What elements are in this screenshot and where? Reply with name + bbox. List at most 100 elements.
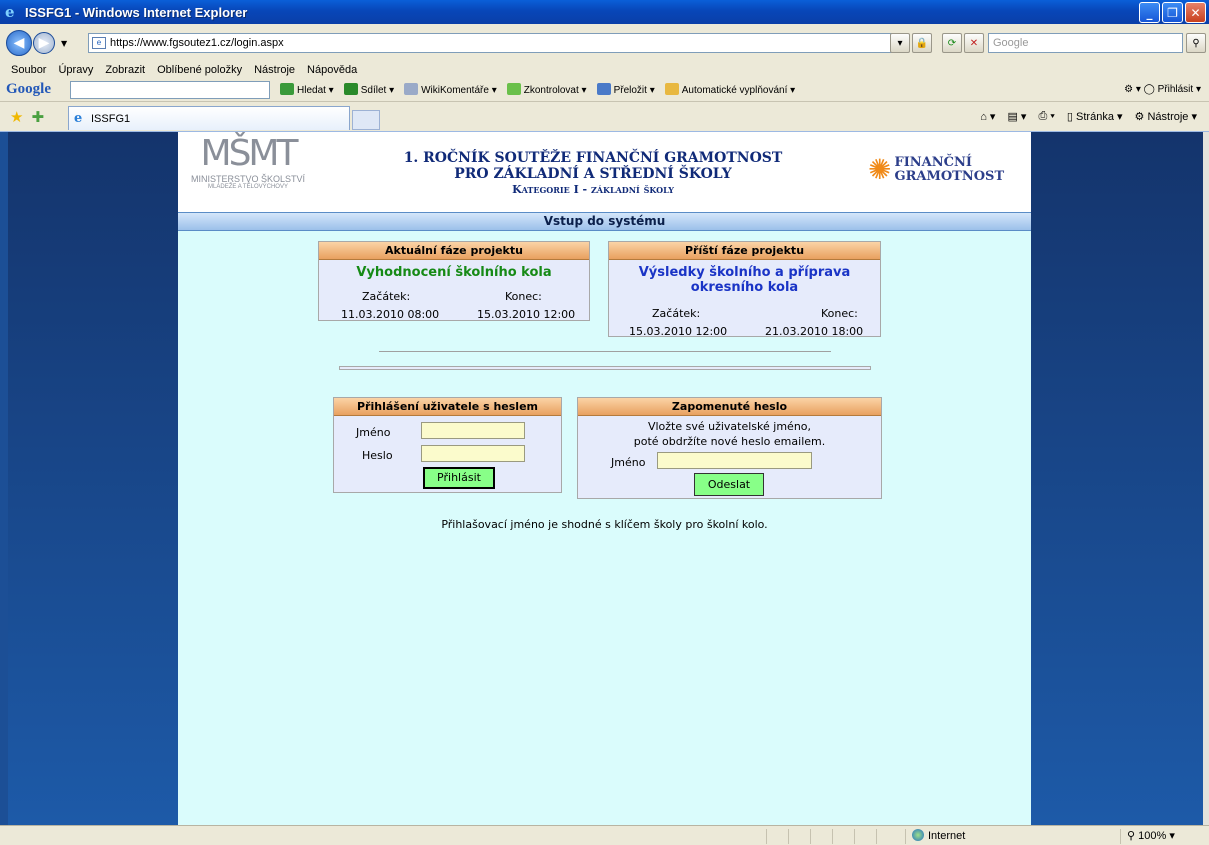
- menu-favorites[interactable]: Oblíbené položky: [157, 64, 242, 76]
- close-button[interactable]: ✕: [1185, 2, 1206, 23]
- current-end-label: Konec:: [505, 290, 542, 303]
- menu-help[interactable]: Nápověda: [307, 64, 357, 76]
- menu-tools[interactable]: Nástroje: [254, 64, 295, 76]
- tools-menu[interactable]: ⚙ Nástroje ▾: [1135, 110, 1197, 123]
- current-phase-box: Aktuální fáze projektu Vyhodnocení školn…: [318, 241, 590, 321]
- next-phase-name-line-2: okresního kola: [690, 280, 799, 295]
- forgot-heading: Zapomenuté heslo: [578, 398, 881, 416]
- history-dropdown-icon[interactable]: ▼: [61, 39, 67, 48]
- google-signin-button[interactable]: ⚙ ▾ ◯ Přihlásit ▾: [1124, 84, 1201, 95]
- page-icon: e: [92, 37, 106, 49]
- google-translate-button[interactable]: Přeložit ▾: [596, 83, 655, 96]
- url-field[interactable]: e https://www.fgsoutez1.cz/login.aspx: [88, 33, 906, 53]
- feeds-icon[interactable]: ▤ ▾: [1007, 110, 1026, 123]
- security-zone[interactable]: Internet: [905, 829, 1085, 844]
- menu-bar: Soubor Úpravy Zobrazit Oblíbené položky …: [0, 62, 1209, 78]
- status-cell: [766, 829, 767, 844]
- status-cell: [810, 829, 811, 844]
- url-text: https://www.fgsoutez1.cz/login.aspx: [110, 37, 284, 49]
- search-icon[interactable]: ⚲: [1186, 33, 1206, 53]
- page-header: MŠMT MINISTERSTVO ŠKOLSTVÍ MLÁDEŽE A TĚL…: [178, 132, 1031, 212]
- forgot-name-input[interactable]: [657, 452, 812, 469]
- google-sidewiki-button[interactable]: WikiKomentáře ▾: [404, 83, 497, 96]
- zoom-label: 100%: [1138, 830, 1167, 842]
- home-icon[interactable]: ⌂ ▾: [980, 110, 995, 123]
- search-input[interactable]: Google: [988, 33, 1183, 53]
- login-name-input[interactable]: [421, 422, 525, 439]
- google-logo: Google: [6, 81, 51, 97]
- forward-button[interactable]: ▶: [33, 32, 55, 54]
- maximize-button[interactable]: ❐: [1162, 2, 1183, 23]
- google-share-button[interactable]: Sdílet ▾: [343, 83, 394, 96]
- next-end-value: 21.03.2010 18:00: [765, 325, 864, 338]
- ministry-logo: MŠMT MINISTERSTVO ŠKOLSTVÍ MLÁDEŽE A TĚL…: [178, 134, 318, 206]
- menu-view[interactable]: Zobrazit: [105, 64, 145, 76]
- vertical-scrollbar[interactable]: [1203, 132, 1209, 825]
- title-line-1: 1. ROČNÍK SOUTĚŽE FINANČNÍ GRAMOTNOST: [403, 150, 783, 166]
- tab-bar: ★ ✚ e ISSFG1 ⌂ ▾ ▤ ▾ ⎙ ▾ ▯ Stránka ▾ ⚙ N…: [0, 102, 1209, 132]
- print-icon[interactable]: ⎙ ▾: [1038, 110, 1054, 123]
- ministry-subname: MLÁDEŽE A TĚLOVÝCHOVY: [208, 184, 288, 190]
- brand-line-2: GRAMOTNOST: [894, 169, 1005, 184]
- window-title: ISSFG1 - Windows Internet Explorer: [25, 4, 248, 20]
- globe-icon: [912, 829, 924, 841]
- login-password-input[interactable]: [421, 445, 525, 462]
- new-tab-button[interactable]: [352, 110, 380, 130]
- next-phase-heading: Příští fáze projektu: [609, 242, 880, 260]
- title-line-2: PRO ZÁKLADNÍ A STŘEDNÍ ŠKOLY: [454, 166, 732, 182]
- ie-tab-icon: e: [74, 111, 83, 126]
- favorites-star-icon[interactable]: ★: [10, 108, 23, 126]
- left-background: [8, 132, 178, 825]
- next-end-label: Konec:: [821, 307, 858, 320]
- login-name-label: Jméno: [356, 426, 391, 439]
- forgot-name-label: Jméno: [611, 456, 646, 469]
- forgot-text-line-2: poté obdržíte nové heslo emailem.: [633, 435, 826, 448]
- status-bar: Internet ⚲ 100% ▾: [0, 825, 1209, 845]
- add-favorites-icon[interactable]: ✚: [31, 108, 44, 126]
- current-phase-name: Vyhodnocení školního kola: [356, 265, 552, 280]
- brand-line-1: FINANČNÍ: [894, 155, 972, 170]
- google-search-input[interactable]: [70, 80, 270, 99]
- google-toolbar: Google Hledat ▾ Sdílet ▾ WikiKomentáře ▾…: [0, 78, 1209, 102]
- title-line-3: Kategorie I - základní školy: [512, 183, 674, 196]
- status-cell: [854, 829, 855, 844]
- browser-viewport: MŠMT MINISTERSTVO ŠKOLSTVÍ MLÁDEŽE A TĚL…: [0, 132, 1209, 825]
- divider-bar: [339, 366, 871, 370]
- ie-icon: e: [5, 3, 15, 21]
- tab-issfg1[interactable]: e ISSFG1: [68, 106, 350, 130]
- minimize-button[interactable]: _: [1139, 2, 1160, 23]
- zoom-icon: ⚲: [1127, 830, 1136, 842]
- login-button[interactable]: Přihlásit: [423, 467, 495, 489]
- competition-title: 1. ROČNÍK SOUTĚŽE FINANČNÍ GRAMOTNOST PR…: [368, 150, 818, 197]
- right-background: [1031, 132, 1203, 825]
- page-content: MŠMT MINISTERSTVO ŠKOLSTVÍ MLÁDEŽE A TĚL…: [178, 132, 1031, 825]
- status-cell: [876, 829, 877, 844]
- zoom-control[interactable]: ⚲ 100% ▾: [1120, 829, 1205, 844]
- forgot-password-box: Zapomenuté heslo Vložte své uživatelské …: [577, 397, 882, 499]
- current-end-value: 15.03.2010 12:00: [477, 308, 576, 321]
- menu-edit[interactable]: Úpravy: [58, 64, 93, 76]
- next-phase-name-line-1: Výsledky školního a příprava: [638, 265, 851, 280]
- back-button[interactable]: ◀: [6, 30, 32, 56]
- stop-icon[interactable]: ✕: [964, 33, 984, 53]
- current-start-value: 11.03.2010 08:00: [341, 308, 440, 321]
- current-start-label: Začátek:: [362, 290, 411, 303]
- status-cell: [832, 829, 833, 844]
- google-spellcheck-button[interactable]: Zkontrolovat ▾: [506, 83, 587, 96]
- forgot-text-line-1: Vložte své uživatelské jméno,: [647, 420, 812, 433]
- menu-file[interactable]: Soubor: [11, 64, 46, 76]
- next-start-value: 15.03.2010 12:00: [629, 325, 728, 338]
- section-title: Vstup do systému: [178, 212, 1031, 231]
- tab-label: ISSFG1: [91, 112, 131, 125]
- next-start-label: Začátek:: [652, 307, 701, 320]
- page-menu[interactable]: ▯ Stránka ▾: [1067, 110, 1123, 123]
- refresh-icon[interactable]: ⟳: [942, 33, 962, 53]
- lock-icon[interactable]: 🔒: [912, 33, 932, 53]
- google-autofill-button[interactable]: Automatické vyplňování ▾: [664, 83, 795, 96]
- login-heading: Přihlášení uživatele s heslem: [334, 398, 561, 416]
- google-search-button[interactable]: Hledat ▾: [280, 83, 334, 96]
- url-dropdown-icon[interactable]: ▾: [890, 33, 910, 53]
- financni-gramotnost-logo: ✺ FINANČNÍ GRAMOTNOST: [868, 156, 1004, 184]
- send-button[interactable]: Odeslat: [694, 473, 764, 496]
- login-box: Přihlášení uživatele s heslem Jméno Hesl…: [333, 397, 562, 493]
